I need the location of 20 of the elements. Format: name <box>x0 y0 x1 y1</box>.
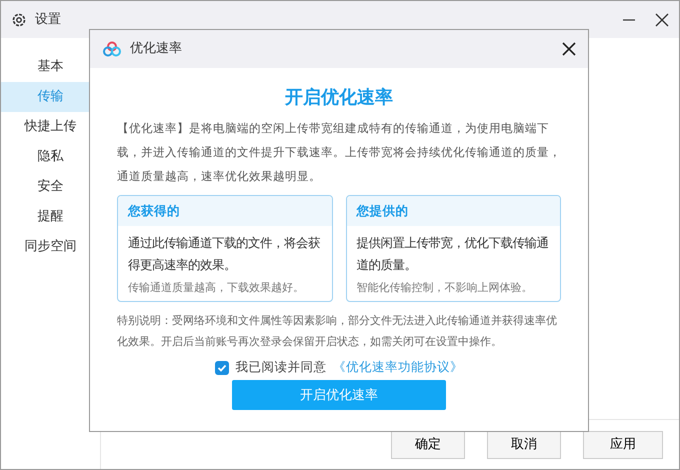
description-text: 【优化速率】是将电脑端的空闲上传带宽组建成特有的传输通道，为使用电脑端下载，并进入传输通道的文件提升下载速率。上传带宽将会持续优化传输通道的质量，通道质量越高，速率优化效果越明显。 <box>117 120 561 185</box>
dialog-heading: 开启优化速率 <box>284 86 394 110</box>
close-icon[interactable] <box>562 42 576 56</box>
card-title: 您提供的 <box>346 196 560 226</box>
footer-button[interactable]: 应用 <box>583 430 663 458</box>
notice-text: 特别说明：受网络环境和文件属性等因素影响，部分文件无法进入此传输通道并获得速率优化效果。开启后当前账号再次登录会保留开启状态，如需关闭可在设置中操作。 <box>117 312 558 350</box>
card-note: 智能化传输控制，不影响上网体验。 <box>356 280 534 296</box>
agree-label: 我已阅读并同意 <box>236 358 326 376</box>
close-icon[interactable] <box>655 12 669 26</box>
card-text: 通过此传输通道下载的文件，将会获得更高速率的效果。 <box>127 235 321 274</box>
card-title: 您获得的 <box>118 196 332 226</box>
footer-button[interactable]: 取消 <box>487 430 561 458</box>
dialog-title: 优化速率 <box>130 40 182 58</box>
card-text: 提供闲置上传带宽，优化下载传输通道的质量。 <box>356 235 550 274</box>
cloud-logo-icon <box>102 41 122 57</box>
agree-checkbox[interactable] <box>215 360 229 375</box>
card-note: 传输通道质量越高，下载效果越好。 <box>127 280 305 296</box>
window-title: 设置 <box>35 10 61 29</box>
settings-icon <box>11 12 27 28</box>
footer-button[interactable]: 确定 <box>391 430 465 458</box>
